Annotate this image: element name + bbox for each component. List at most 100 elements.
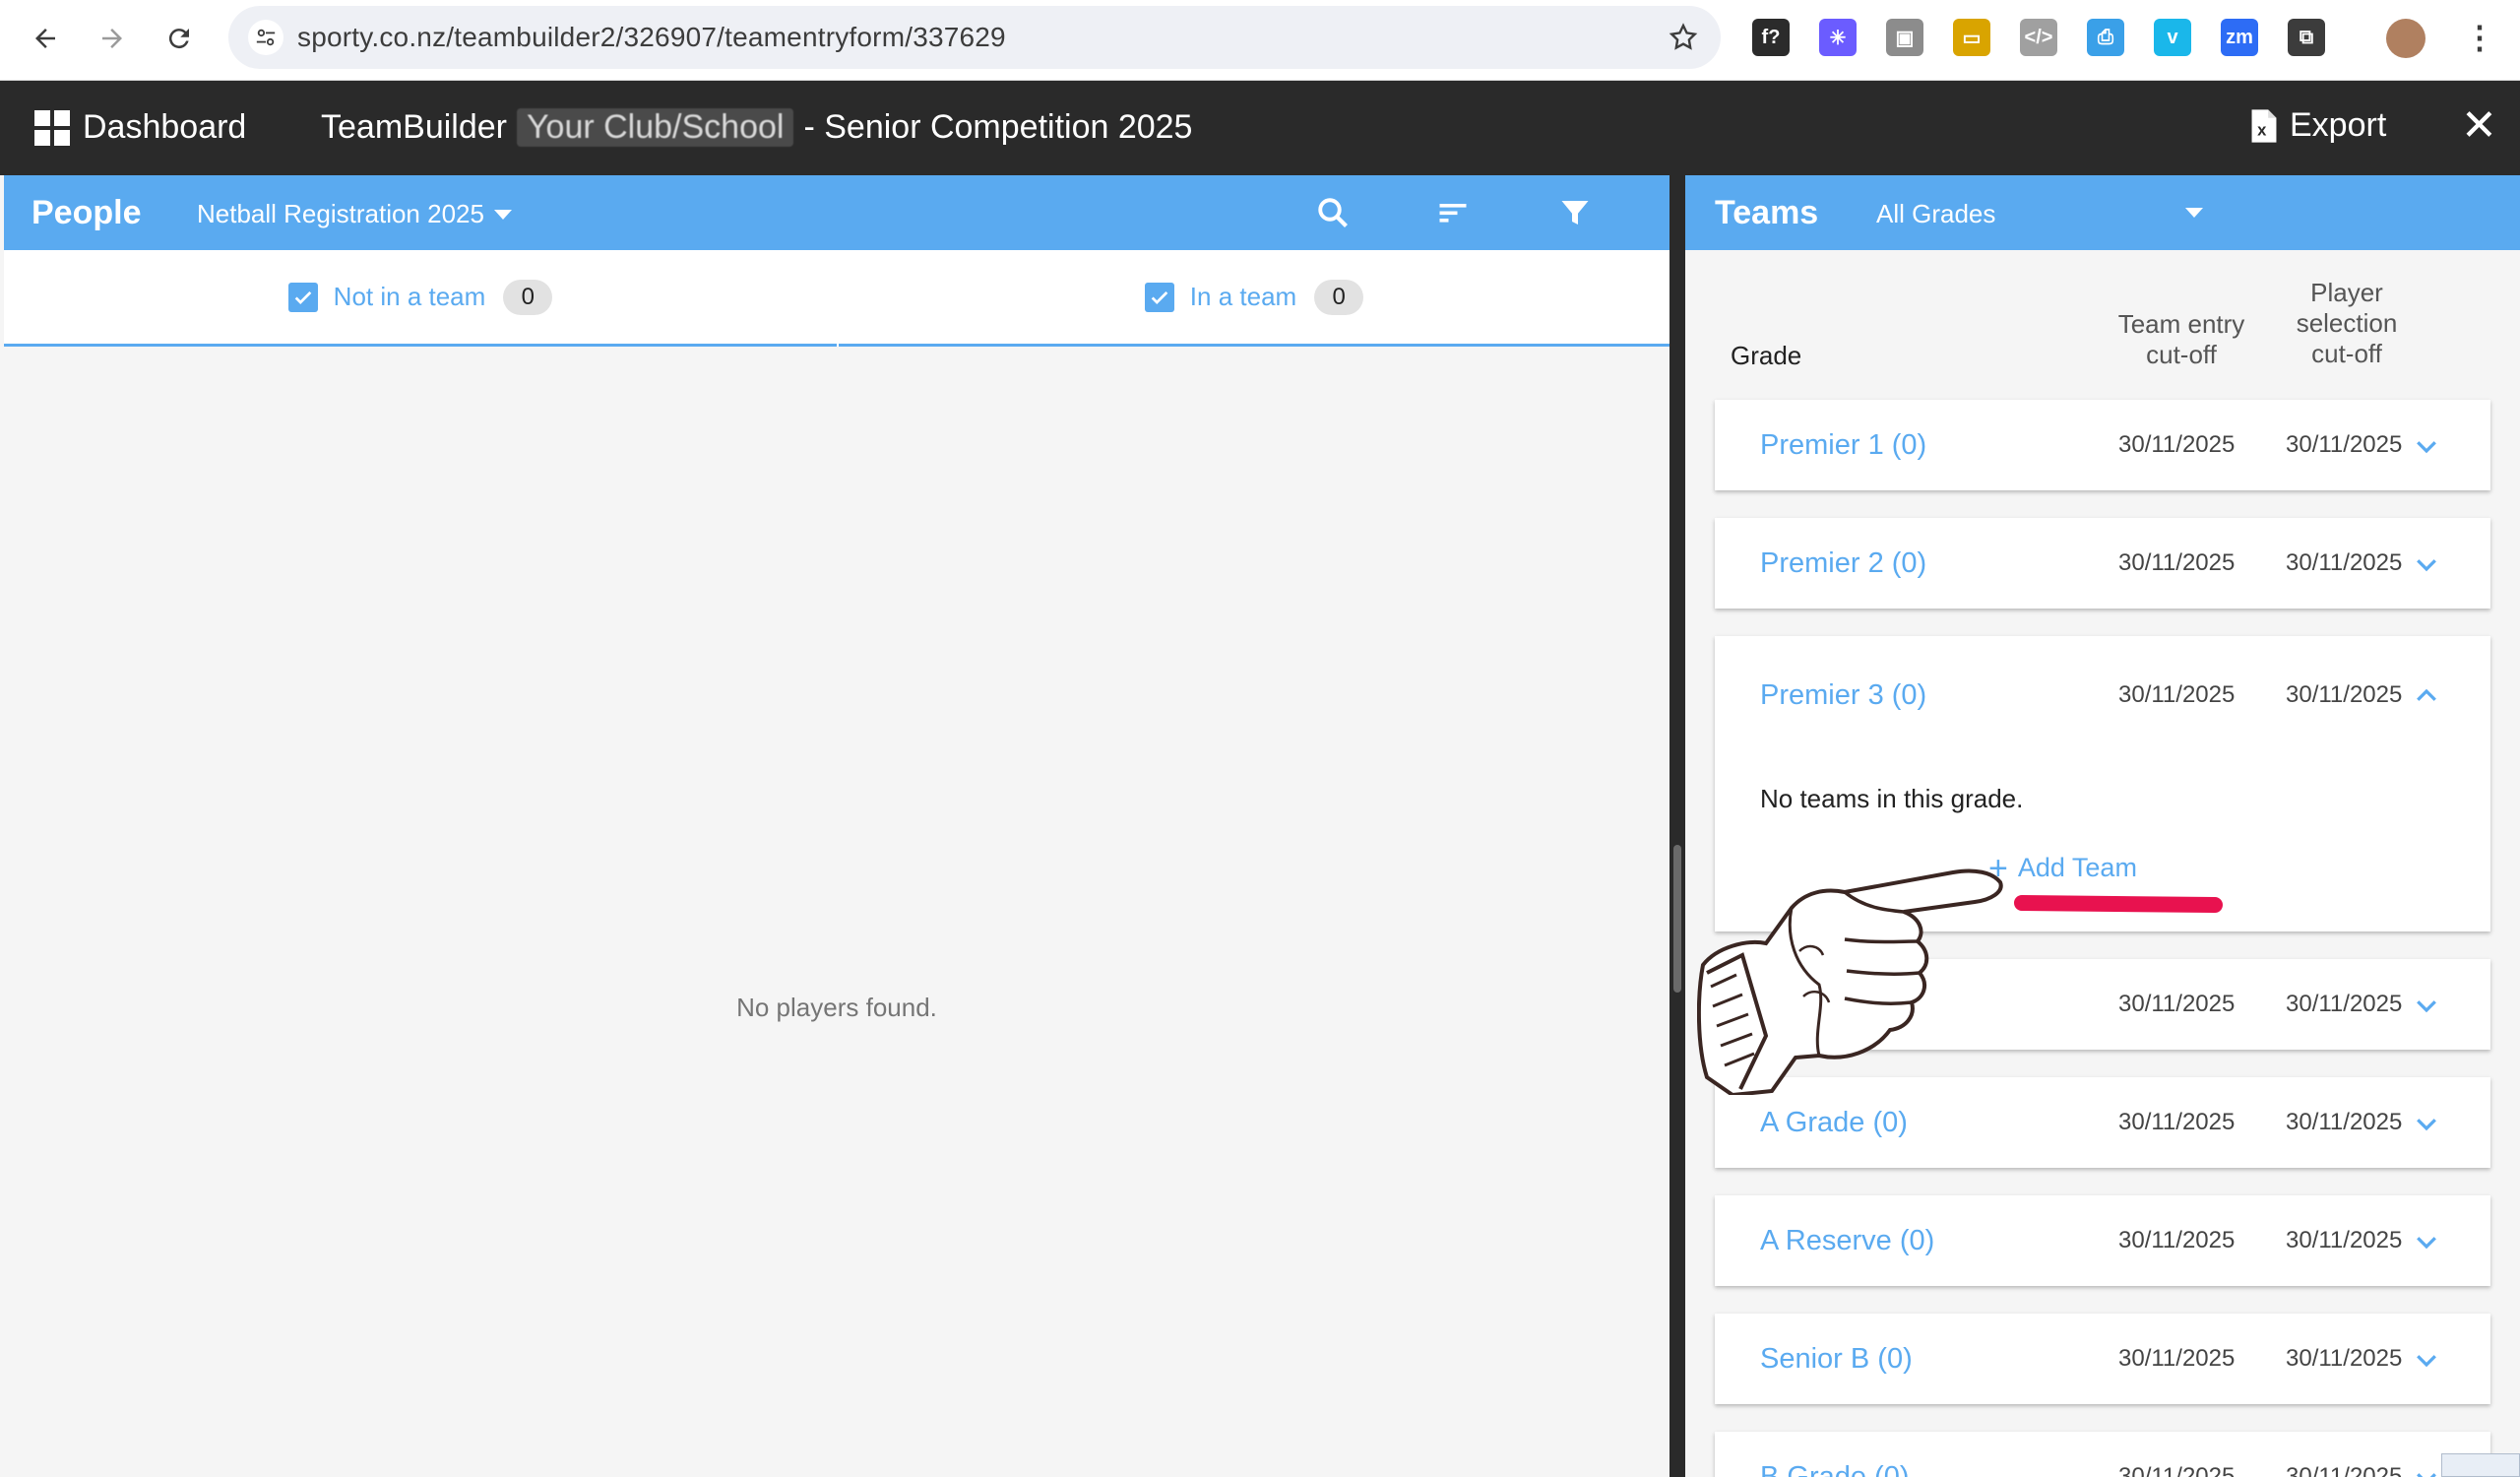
competition-name: - Senior Competition 2025 (803, 108, 1193, 146)
zoom-extension-icon[interactable]: zm (2221, 19, 2258, 56)
count-badge: 0 (503, 279, 553, 315)
grade-name[interactable]: B Grade (0) (1760, 1461, 1910, 1477)
grade-card[interactable]: Premier 1 (0) 30/11/2025 30/11/2025 (1715, 400, 2490, 490)
perplexity-extension-icon[interactable]: ✳ (1819, 19, 1857, 56)
reload-button[interactable] (158, 17, 201, 60)
caret-down-icon (493, 209, 512, 220)
filter-label: Not in a team (333, 282, 486, 311)
teams-toolbar: Teams All Grades (1685, 175, 2520, 250)
filter-button[interactable] (1555, 193, 1595, 232)
url-text[interactable]: sporty.co.nz/teambuilder2/326907/teament… (297, 22, 1006, 53)
people-title: People (32, 194, 142, 231)
fx-extension-icon[interactable]: f? (1752, 19, 1790, 56)
chevron-down-icon[interactable] (2412, 549, 2441, 579)
people-filter-row: Not in a team 0 In a team 0 (4, 250, 1670, 347)
count-badge: 0 (1314, 279, 1364, 315)
selection-cutoff-date: 30/11/2025 (2286, 1227, 2403, 1253)
people-panel: People Netball Registration 2025 Not in … (4, 175, 1670, 1477)
copy-extension-icon[interactable]: ▣ (1886, 19, 1923, 56)
grade-filter-dropdown[interactable]: All Grades (1876, 199, 1995, 229)
registration-dropdown[interactable]: Netball Registration 2025 (197, 199, 512, 229)
entry-cutoff-date: 30/11/2025 (2118, 1345, 2236, 1372)
caret-down-icon[interactable] (2185, 208, 2203, 218)
selection-cutoff-date: 30/11/2025 (2286, 1345, 2403, 1372)
teams-title: Teams (1715, 194, 1819, 231)
grid-icon[interactable] (34, 110, 70, 146)
grade-name[interactable]: Senior B (0) (1760, 1343, 1913, 1376)
sort-icon (1439, 204, 1467, 223)
teams-panel: Teams All Grades Grade Team entry cut-of… (1685, 175, 2520, 1477)
app-name: TeamBuilder (321, 108, 507, 146)
sort-button[interactable] (1433, 193, 1473, 232)
column-header-selection-cutoff: Player selection cut-off (2296, 278, 2398, 368)
browser-menu-icon[interactable]: ⋮ (2461, 19, 2498, 56)
grade-card[interactable]: A Reserve (0) 30/11/2025 30/11/2025 (1715, 1195, 2490, 1286)
search-button[interactable] (1313, 193, 1353, 232)
checkbox-checked-icon[interactable] (1144, 282, 1174, 312)
chevron-down-icon[interactable] (2412, 1345, 2441, 1375)
people-toolbar: People Netball Registration 2025 (4, 175, 1670, 250)
reload-icon (168, 29, 189, 49)
chevron-up-icon[interactable] (2412, 681, 2441, 711)
profile-avatar[interactable] (2386, 19, 2426, 58)
arrow-left-icon (35, 29, 55, 48)
export-label: Export (2290, 106, 2387, 144)
entry-cutoff-date: 30/11/2025 (2118, 549, 2236, 576)
arrow-right-icon (102, 29, 122, 48)
code-extension-icon[interactable]: </> (2020, 19, 2057, 56)
highlight-underline (2013, 894, 2224, 914)
grade-card[interactable]: Senior B (0) 30/11/2025 30/11/2025 (1715, 1314, 2490, 1404)
chevron-down-icon[interactable] (2412, 1227, 2441, 1256)
grade-card[interactable]: Premier 2 (0) 30/11/2025 30/11/2025 (1715, 518, 2490, 609)
entry-cutoff-date: 30/11/2025 (2118, 1109, 2236, 1135)
entry-cutoff-date: 30/11/2025 (2118, 431, 2236, 458)
grade-name[interactable]: Premier 2 (0) (1760, 547, 1926, 580)
card-extension-icon[interactable]: ▭ (1953, 19, 1990, 56)
search-icon (1318, 198, 1348, 227)
browser-toolbar: sporty.co.nz/teambuilder2/326907/teament… (0, 0, 2520, 81)
club-name: Your Club/School (516, 108, 794, 147)
dashboard-link[interactable]: Dashboard (83, 108, 246, 147)
column-header-grade: Grade (1731, 341, 1802, 370)
grade-card[interactable]: B Grade (0) 30/11/2025 30/11/2025 (1715, 1432, 2490, 1477)
app-header: Dashboard TeamBuilder Your Club/School -… (0, 81, 2520, 175)
grade-name[interactable]: A Reserve (0) (1760, 1225, 1934, 1257)
chevron-down-icon[interactable] (2412, 1463, 2441, 1477)
filter-label: In a team (1189, 282, 1297, 311)
forward-button[interactable] (91, 17, 134, 60)
entry-cutoff-date: 30/11/2025 (2118, 991, 2236, 1017)
filter-icon (1561, 201, 1589, 225)
entry-cutoff-date: 30/11/2025 (2118, 1463, 2236, 1477)
splitter-handle[interactable] (1673, 845, 1681, 993)
svg-text:x: x (2257, 120, 2267, 139)
filter-in-team[interactable]: In a team 0 (839, 250, 1670, 347)
bookmark-star-icon[interactable] (1668, 22, 1699, 53)
column-header-entry-cutoff: Team entry cut-off (2117, 309, 2245, 369)
corner-thumbnail (2441, 1453, 2520, 1477)
grade-name[interactable]: Premier 3 (0) (1760, 679, 1926, 712)
grade-name[interactable]: A Grade (0) (1760, 1107, 1908, 1139)
empty-grade-message: No teams in this grade. (1760, 784, 2024, 813)
grade-name[interactable]: Premier 1 (0) (1760, 429, 1926, 462)
filter-not-in-team[interactable]: Not in a team 0 (4, 250, 837, 347)
selection-cutoff-date: 30/11/2025 (2286, 1463, 2403, 1477)
selection-cutoff-date: 30/11/2025 (2286, 991, 2403, 1017)
panel-splitter[interactable] (1670, 175, 1685, 1477)
chevron-down-icon[interactable] (2412, 1109, 2441, 1138)
entry-cutoff-date: 30/11/2025 (2118, 1227, 2236, 1253)
selection-cutoff-date: 30/11/2025 (2286, 681, 2403, 708)
selection-cutoff-date: 30/11/2025 (2286, 1109, 2403, 1135)
site-settings-icon[interactable] (248, 20, 284, 55)
checkbox-checked-icon[interactable] (287, 282, 318, 312)
back-button[interactable] (24, 17, 67, 60)
excel-file-icon: x (2251, 108, 2277, 143)
chevron-down-icon[interactable] (2412, 991, 2441, 1020)
vimeo-extension-icon[interactable]: v (2154, 19, 2191, 56)
export-button[interactable]: x Export (2250, 106, 2386, 145)
close-button[interactable]: ✕ (2461, 102, 2497, 150)
chevron-down-icon[interactable] (2412, 431, 2441, 461)
address-bar[interactable]: sporty.co.nz/teambuilder2/326907/teament… (228, 6, 1721, 69)
printer-extension-icon[interactable]: ⎙ (2087, 19, 2124, 56)
selection-cutoff-date: 30/11/2025 (2286, 431, 2403, 458)
puzzle-extension-icon[interactable]: ⧉ (2288, 19, 2325, 56)
